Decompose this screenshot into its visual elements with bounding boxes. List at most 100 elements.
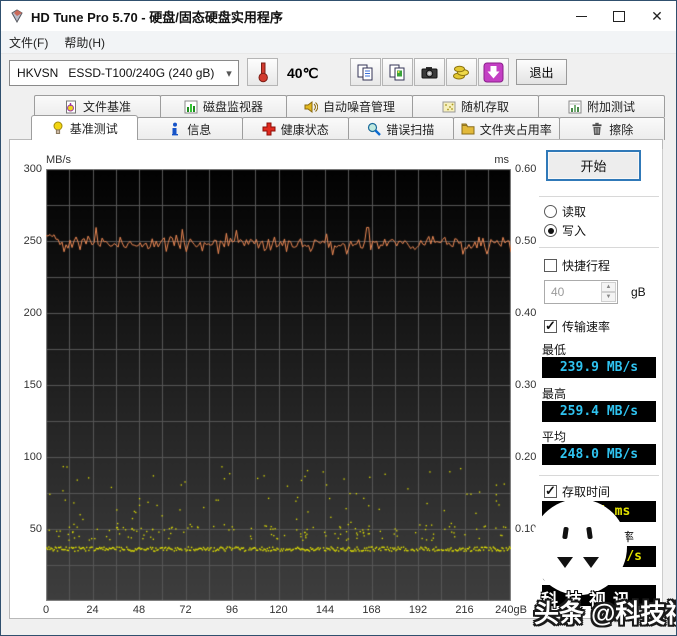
window-title: HD Tune Pro 5.70 - 硬盘/固态硬盘实用程序 [31, 9, 283, 25]
benchmark-chart [46, 169, 511, 601]
copy-image-button[interactable] [382, 58, 413, 86]
title-bar: HD Tune Pro 5.70 - 硬盘/固态硬盘实用程序 ✕ [1, 1, 676, 31]
max-label: 最高 [542, 387, 567, 401]
tab-disk-monitor[interactable]: 磁盘监视器 [160, 95, 287, 117]
camera-icon [421, 66, 438, 78]
axis-tick-label: 300 [23, 163, 42, 175]
watermark-logo-mark [557, 557, 573, 568]
write-radio[interactable]: 写入 [544, 222, 586, 239]
tab-error-scan[interactable]: 错误扫描 [347, 117, 454, 140]
access-time-label: 存取时间 [562, 485, 611, 499]
avg-value-display: 248.0 MB/s [542, 444, 656, 465]
tab-label: 错误扫描 [386, 122, 435, 137]
start-button[interactable]: 开始 [546, 150, 641, 181]
tab-health[interactable]: 健康状态 [242, 117, 349, 140]
transfer-rate-label: 传输速率 [562, 320, 611, 334]
stroke-size-unit: gB [631, 285, 646, 299]
extra-tests-icon [568, 100, 582, 113]
tab-benchmark[interactable]: 基准测试 [31, 115, 138, 140]
tab-label: 磁盘监视器 [202, 100, 263, 114]
read-label: 读取 [562, 205, 587, 219]
checkbox-icon [544, 483, 557, 499]
watermark-logo-mark [586, 526, 593, 540]
drive-selector[interactable]: HKVSN ESSD-T100/240G (240 gB) ▾ [9, 60, 239, 86]
app-icon [9, 8, 25, 24]
file-benchmark-icon [65, 100, 76, 113]
short-stroke-checkbox[interactable]: 快捷行程 [544, 257, 610, 274]
stroke-size-value: 40 [551, 285, 565, 299]
menu-bar: 文件(F) 帮助(H) [1, 31, 676, 54]
spinner-up-icon[interactable]: ▲ [601, 282, 616, 292]
access-time-checkbox[interactable]: 存取时间 [544, 483, 610, 500]
tab-erase[interactable]: 擦除 [558, 117, 665, 140]
axis-tick-label: 150 [23, 379, 42, 391]
checkbox-icon [544, 318, 557, 334]
copy-text-button[interactable] [350, 58, 381, 86]
menu-file[interactable]: 文件(F) [1, 32, 56, 53]
axis-tick-label: MB/s [46, 154, 72, 166]
tab-row-secondary: 文件基准 磁盘监视器 自动噪音管理 随机存取 附加测试 [34, 95, 665, 117]
separator [539, 196, 659, 198]
axis-tick-label: 200 [23, 307, 42, 319]
app-window: HD Tune Pro 5.70 - 硬盘/固态硬盘实用程序 ✕ 文件(F) 帮… [0, 0, 677, 636]
close-button[interactable]: ✕ [638, 1, 676, 31]
axis-tick-label: 216 [455, 604, 474, 616]
radio-icon [544, 224, 557, 237]
separator [539, 247, 659, 249]
tab-label: 随机存取 [460, 100, 509, 114]
stroke-size-spinner[interactable]: 40 ▲ ▼ [544, 280, 618, 304]
tab-label: 附加测试 [586, 100, 635, 114]
exit-button[interactable]: 退出 [516, 59, 567, 85]
update-button[interactable] [478, 58, 509, 86]
axis-tick-label: 72 [179, 604, 192, 616]
folder-icon [461, 123, 475, 135]
axis-tick-label: 100 [23, 451, 42, 463]
menu-help[interactable]: 帮助(H) [56, 32, 113, 53]
temperature-button[interactable] [247, 58, 278, 86]
tab-random-access[interactable]: 随机存取 [412, 95, 539, 117]
axis-tick-label: 120 [269, 604, 288, 616]
copy-image-icon [389, 64, 405, 80]
checkbox-icon [544, 259, 557, 272]
chevron-down-icon: ▾ [226, 67, 232, 80]
separator [539, 475, 659, 477]
write-label: 写入 [562, 224, 587, 238]
watermark-logo-mark [583, 557, 599, 568]
tab-file-benchmark[interactable]: 文件基准 [34, 95, 161, 117]
avg-label: 平均 [542, 430, 567, 444]
tab-folder-usage[interactable]: 文件夹占用率 [453, 117, 560, 140]
tab-aam[interactable]: 自动噪音管理 [286, 95, 413, 117]
max-value-display: 259.4 MB/s [542, 401, 656, 422]
short-stroke-label: 快捷行程 [562, 259, 611, 273]
maximize-button[interactable] [600, 1, 638, 31]
minimize-icon [575, 15, 587, 17]
axis-tick-label: 0 [42, 604, 50, 616]
screenshot-button[interactable] [414, 58, 445, 86]
watermark-text: 头条 @科技视讯 [534, 600, 676, 628]
tab-label: 信息 [187, 122, 212, 137]
donate-coins-icon [453, 65, 469, 79]
axis-tick-label: 240gB [495, 604, 527, 616]
avg-value: 248.0 MB/s [559, 447, 639, 462]
radio-icon [544, 205, 557, 218]
watermark-logo-mark [562, 526, 569, 540]
read-radio[interactable]: 读取 [544, 203, 586, 220]
thermometer-icon [258, 62, 268, 83]
max-value: 259.4 MB/s [559, 404, 639, 419]
axis-tick-label: 48 [132, 604, 146, 616]
tab-label: 文件基准 [82, 100, 131, 114]
tab-label: 基准测试 [69, 121, 118, 136]
spinner-down-icon[interactable]: ▼ [601, 292, 616, 302]
transfer-rate-checkbox[interactable]: 传输速率 [544, 318, 610, 335]
tab-row-primary: 基准测试 信息 健康状态 错误扫描 文件夹占用率 擦除 [31, 115, 665, 140]
tab-info[interactable]: 信息 [136, 117, 243, 140]
axis-tick-label: 96 [225, 604, 239, 616]
speaker-icon [304, 100, 318, 113]
watermark-logo [531, 499, 627, 595]
tab-extra-tests[interactable]: 附加测试 [538, 95, 665, 117]
axis-tick-label: 50 [29, 523, 42, 535]
minimize-button[interactable] [562, 1, 600, 31]
start-label: 开始 [580, 159, 607, 174]
donate-button[interactable] [446, 58, 477, 86]
min-value-display: 239.9 MB/s [542, 357, 656, 378]
